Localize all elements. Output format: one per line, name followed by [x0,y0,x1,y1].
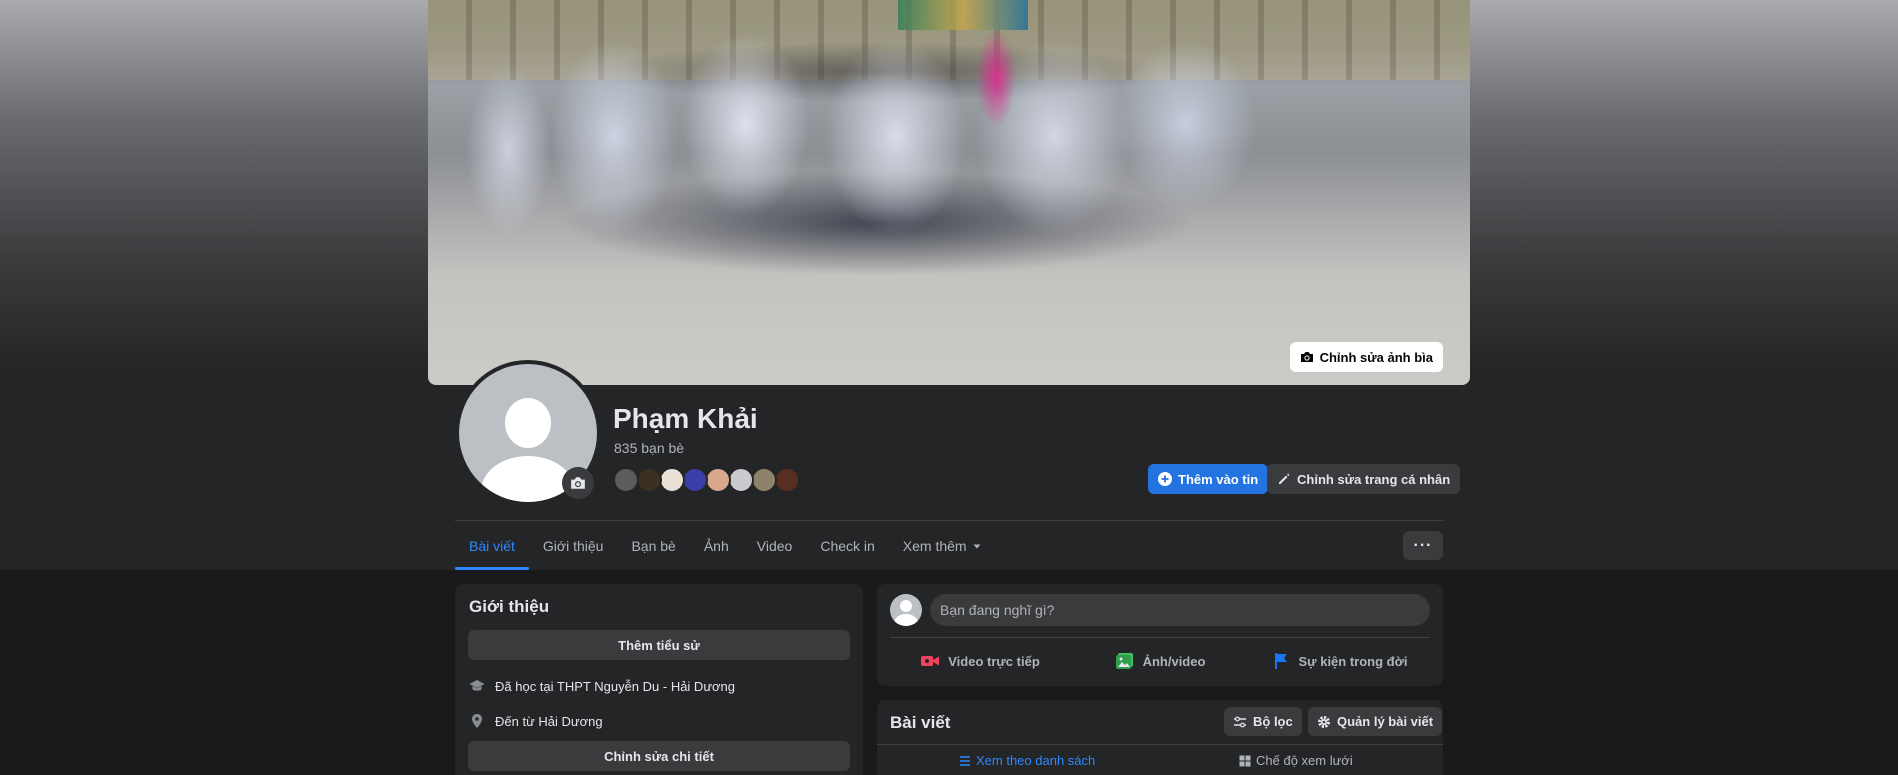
life-event-button[interactable]: Sự kiện trong đời [1250,642,1430,680]
grid-view-label: Chế độ xem lưới [1256,753,1353,768]
header-divider [455,520,1443,521]
add-to-story-button[interactable]: Thêm vào tin [1148,464,1269,494]
friend-avatar[interactable] [682,467,708,493]
pencil-icon [1279,473,1290,484]
friend-avatar[interactable] [728,467,754,493]
tab-check-ins[interactable]: Check in [806,522,888,570]
tab-label: Ảnh [703,538,729,554]
graduation-cap-icon [469,680,485,691]
friend-avatar[interactable] [636,467,662,493]
tab-label: Check in [820,538,875,554]
intro-hometown-row: Đến từ Hải Dương [469,713,603,729]
manage-posts-button[interactable]: Quản lý bài viết [1308,707,1443,736]
camera-icon [571,477,585,489]
cover-photo-group [438,20,1318,280]
avatar-placeholder-head [900,600,912,612]
photo-video-button[interactable]: Ảnh/video [1070,642,1250,680]
friend-avatars[interactable] [613,467,800,493]
tab-videos[interactable]: Video [743,522,807,570]
avatar-placeholder-body [481,456,575,502]
avatar-placeholder-body [894,614,918,626]
grid-view-toggle[interactable]: Chế độ xem lưới [1239,753,1353,768]
photo-video-icon [1115,653,1133,669]
gear-icon [1318,715,1330,728]
avatar-placeholder-head [505,398,551,448]
edit-profile-button[interactable]: Chỉnh sửa trang cá nhân [1267,464,1461,494]
intro-education-row: Đã học tại THPT Nguyễn Du - Hải Dương [469,678,735,694]
friend-avatar[interactable] [659,467,685,493]
education-text[interactable]: Đã học tại THPT Nguyễn Du - Hải Dương [495,679,735,694]
tab-more[interactable]: Xem thêm [889,522,996,570]
add-bio-button[interactable]: Thêm tiểu sử [468,630,850,660]
photo-video-label: Ảnh/video [1142,653,1206,669]
grid-icon [1239,755,1251,766]
composer-divider [890,637,1430,638]
edit-details-button[interactable]: Chỉnh sửa chi tiết [468,741,850,771]
caret-down-icon [973,544,981,549]
profile-name: Phạm Khải [613,403,758,434]
friend-avatar[interactable] [751,467,777,493]
location-pin-icon [472,714,482,728]
cover-photo-figure [976,28,1016,128]
list-icon [960,755,970,766]
cover-photo[interactable]: Chỉnh sửa ảnh bìa [428,0,1470,385]
camera-icon [1300,352,1313,362]
tab-label: Bạn bè [631,538,676,554]
tab-friends[interactable]: Bạn bè [617,522,689,570]
profile-options-button[interactable]: ··· [1403,531,1443,560]
posts-title: Bài viết [890,713,951,732]
post-composer: Bạn đang nghĩ gì? Video trực tiếp Ảnh/vi… [877,584,1443,686]
friend-avatar[interactable] [705,467,731,493]
tab-posts[interactable]: Bài viết [455,522,529,570]
list-view-label: Xem theo danh sách [976,753,1096,768]
friends-count[interactable]: 835 bạn bè [614,440,684,456]
more-dots-icon: ··· [1413,536,1433,554]
manage-posts-label: Quản lý bài viết [1337,714,1434,729]
tab-photos[interactable]: Ảnh [690,522,743,570]
intro-title: Giới thiệu [469,597,550,616]
filter-label: Bộ lọc [1253,714,1293,729]
filter-sliders-icon [1234,716,1246,727]
update-profile-picture-button[interactable] [562,467,594,499]
life-event-flag-icon [1274,653,1287,669]
live-video-label: Video trực tiếp [948,653,1040,669]
add-to-story-label: Thêm vào tin [1178,471,1259,487]
tab-label: Xem thêm [902,538,967,554]
composer-actions: Video trực tiếp Ảnh/video Sự kiện trong … [890,642,1430,680]
posts-divider [877,744,1443,745]
profile-tabs: Bài viết Giới thiệu Bạn bè Ảnh Video Che… [455,522,996,570]
live-video-button[interactable]: Video trực tiếp [890,642,1070,680]
edit-cover-photo-button[interactable]: Chỉnh sửa ảnh bìa [1289,342,1443,372]
avatar[interactable] [890,594,922,626]
list-view-toggle[interactable]: Xem theo danh sách [959,753,1095,768]
composer-input[interactable]: Bạn đang nghĩ gì? [930,594,1430,626]
friend-avatar[interactable] [774,467,800,493]
plus-circle-icon [1158,472,1172,486]
intro-card: Giới thiệu Thêm tiểu sử Đã học tại THPT … [455,584,863,775]
tab-label: Video [756,538,793,554]
tab-label: Giới thiệu [542,538,604,554]
filter-button[interactable]: Bộ lọc [1224,707,1302,736]
tab-label: Bài viết [469,538,515,554]
edit-profile-label: Chỉnh sửa trang cá nhân [1297,471,1451,487]
friend-avatar[interactable] [613,467,639,493]
live-video-icon [921,656,940,666]
tab-about[interactable]: Giới thiệu [529,522,618,570]
posts-card: Bài viết Bộ lọc Quản lý bài viết Xem the… [877,700,1443,775]
hometown-text[interactable]: Đến từ Hải Dương [495,714,603,729]
life-event-label: Sự kiện trong đời [1298,653,1408,669]
edit-cover-photo-label: Chỉnh sửa ảnh bìa [1319,349,1433,365]
